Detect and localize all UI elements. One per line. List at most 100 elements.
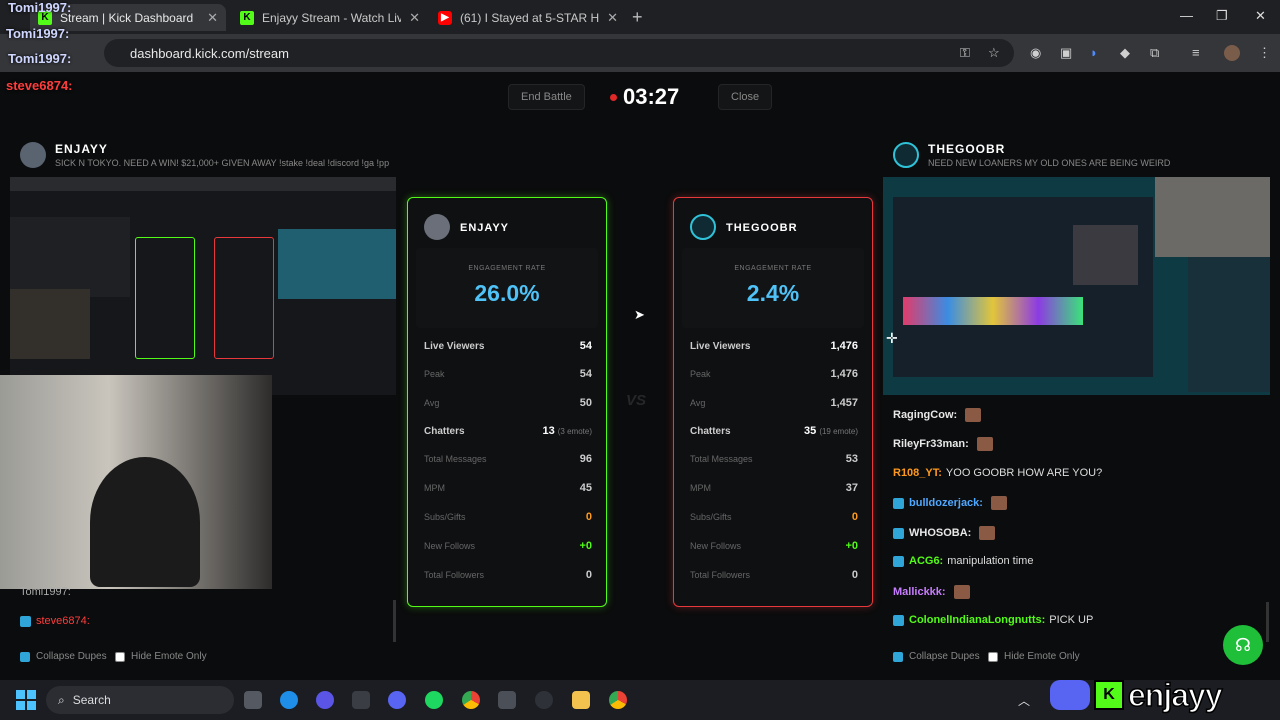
emote-icon xyxy=(990,496,1007,510)
stat-label: MPM xyxy=(424,483,445,493)
badge-icon xyxy=(893,555,904,567)
right-hide-emote-checkbox[interactable]: Hide Emote Only xyxy=(988,651,1080,662)
stat-value: 45 xyxy=(579,482,592,494)
chat-username[interactable]: ColonelIndianaLongnutts: xyxy=(909,614,1045,626)
stat-value: +0 xyxy=(579,540,592,552)
extension-icon[interactable]: ◗ xyxy=(1090,45,1098,60)
key-icon[interactable]: ⚿ xyxy=(960,45,970,61)
nested-card-red xyxy=(214,237,274,359)
new-tab-icon[interactable]: + xyxy=(632,7,643,28)
task-view-icon[interactable] xyxy=(244,691,262,709)
profile-avatar[interactable] xyxy=(1224,45,1240,61)
live-dot xyxy=(610,93,617,101)
stat-row-chatters: Chatters 13 (3 emote) xyxy=(424,425,592,437)
tray-chevron-icon[interactable]: ︿ xyxy=(1018,692,1030,709)
left-chat-user: Tomi1997: xyxy=(20,586,71,598)
stat-value: 35 xyxy=(804,425,817,437)
stat-label: Chatters xyxy=(424,425,465,437)
extensions-puzzle-icon[interactable]: ⧉ xyxy=(1150,45,1159,61)
file-explorer-icon[interactable] xyxy=(572,691,590,709)
app-v-icon[interactable] xyxy=(316,691,334,709)
chrome-icon[interactable] xyxy=(462,691,480,709)
checkbox-label: Collapse Dupes xyxy=(909,651,980,662)
menu-list-icon[interactable]: ≡ xyxy=(1192,45,1200,60)
stat-value: 37 xyxy=(845,482,858,494)
extension-icon[interactable]: ◉ xyxy=(1030,45,1041,61)
checkbox-unchecked-icon xyxy=(988,651,998,662)
timer-value: 03:27 xyxy=(623,84,680,109)
checkbox-label: Hide Emote Only xyxy=(1004,651,1080,662)
maximize-icon[interactable]: ❐ xyxy=(1216,8,1228,24)
more-menu-icon[interactable]: ⋮ xyxy=(1258,45,1271,61)
left-collapse-dupes-checkbox[interactable]: Collapse Dupes xyxy=(20,651,107,662)
close-tab-icon[interactable]: ✕ xyxy=(607,10,618,26)
left-chat-scrollbar[interactable] xyxy=(393,600,396,642)
app-icon[interactable] xyxy=(535,691,553,709)
chat-username[interactable]: Mallickkk: xyxy=(893,586,946,598)
taskbar-search[interactable]: ⌕ Search xyxy=(46,686,234,714)
windows-start-icon[interactable] xyxy=(16,690,36,710)
chat-username[interactable]: RileyFr33man: xyxy=(893,438,969,450)
right-collapse-dupes-checkbox[interactable]: Collapse Dupes xyxy=(893,651,980,662)
spotify-icon[interactable] xyxy=(425,691,443,709)
engagement-label: ENGAGEMENT RATE xyxy=(734,265,812,272)
stat-label: Total Messages xyxy=(424,454,487,464)
right-streamer-name: THEGOOBR xyxy=(928,142,1006,156)
right-stream-video[interactable] xyxy=(883,177,1270,395)
chat-username[interactable]: R108_YT: xyxy=(893,467,942,479)
chat-text: PICK UP xyxy=(1049,614,1094,626)
close-tab-icon[interactable]: ✕ xyxy=(409,10,420,26)
cursor-icon: ✛ xyxy=(886,330,898,346)
discord-icon[interactable] xyxy=(388,691,406,709)
overlay-chat-line: Tomi1997: xyxy=(8,51,71,66)
tab-enjayy-stream[interactable]: K Enjayy Stream - Watch Live on Kick ✕ xyxy=(232,4,428,31)
stat-sub: (3 emote) xyxy=(557,427,592,436)
chat-text: YOO GOOBR HOW ARE YOU? xyxy=(945,467,1103,479)
checkbox-label: Hide Emote Only xyxy=(131,651,207,662)
snipping-tool-icon[interactable] xyxy=(352,691,370,709)
chat-username[interactable]: RagingCow: xyxy=(893,409,957,421)
support-headset-icon[interactable]: ☊ xyxy=(1223,625,1263,665)
chat-username[interactable]: WHOSOBA: xyxy=(909,527,971,539)
calculator-icon[interactable] xyxy=(498,691,516,709)
chrome-alt-icon[interactable] xyxy=(609,691,627,709)
stat-row-mpm: MPM 37 xyxy=(690,482,858,494)
left-stream-video[interactable] xyxy=(10,177,396,395)
minimize-icon[interactable]: — xyxy=(1180,8,1193,23)
tab-youtube[interactable]: ▶ (61) I Stayed at 5-STAR HOTELS ✕ xyxy=(430,4,626,31)
left-stream-title: SICK N TOKYO. NEED A WIN! $21,000+ GIVEN… xyxy=(55,158,390,168)
chat-username[interactable]: ACG6: xyxy=(909,555,943,567)
close-button[interactable]: Close xyxy=(718,84,773,110)
discord-logo-icon xyxy=(1050,680,1090,710)
chat-message: ColonelIndianaLongnutts: PICK UP xyxy=(893,614,1093,626)
engagement-rate: 2.4% xyxy=(746,280,800,306)
stat-row-total-messages: Total Messages 53 xyxy=(690,453,858,465)
close-window-icon[interactable]: ✕ xyxy=(1255,8,1266,24)
right-chat-scrollbar[interactable] xyxy=(1266,602,1269,642)
chat-username[interactable]: bulldozerjack: xyxy=(909,497,983,509)
extension-icon[interactable]: ▣ xyxy=(1060,45,1072,61)
left-hide-emote-checkbox[interactable]: Hide Emote Only xyxy=(115,651,207,662)
edge-icon[interactable] xyxy=(280,691,298,709)
end-battle-button[interactable]: End Battle xyxy=(508,84,585,110)
bookmark-star-icon[interactable]: ☆ xyxy=(988,45,1000,61)
browser-tab-bar: K Stream | Kick Dashboard ✕ K Enjayy Str… xyxy=(0,0,1280,34)
stat-label: New Follows xyxy=(690,541,742,551)
nested-casino-site xyxy=(893,197,1153,377)
emote-icon xyxy=(976,437,993,451)
stat-value: 0 xyxy=(851,511,858,523)
overlay-chat-sep: : xyxy=(67,51,72,66)
enjayy-card-avatar xyxy=(424,214,450,240)
right-webcam xyxy=(1155,177,1270,257)
url-field[interactable]: dashboard.kick.com/stream xyxy=(104,39,1014,67)
stat-label: Peak xyxy=(690,369,711,379)
url-text: dashboard.kick.com/stream xyxy=(130,45,289,61)
overlay-chat-line: Tomi1997: xyxy=(6,26,69,41)
extension-icon[interactable]: ◆ xyxy=(1120,45,1130,61)
badge-icon xyxy=(20,615,31,627)
stat-row-mpm: MPM 45 xyxy=(424,482,592,494)
stat-value: 0 xyxy=(851,569,858,581)
close-tab-icon[interactable]: ✕ xyxy=(207,10,218,26)
overlay-chat-user: Tomi1997 xyxy=(8,51,68,66)
stat-row-subs: Subs/Gifts 0 xyxy=(424,511,592,523)
